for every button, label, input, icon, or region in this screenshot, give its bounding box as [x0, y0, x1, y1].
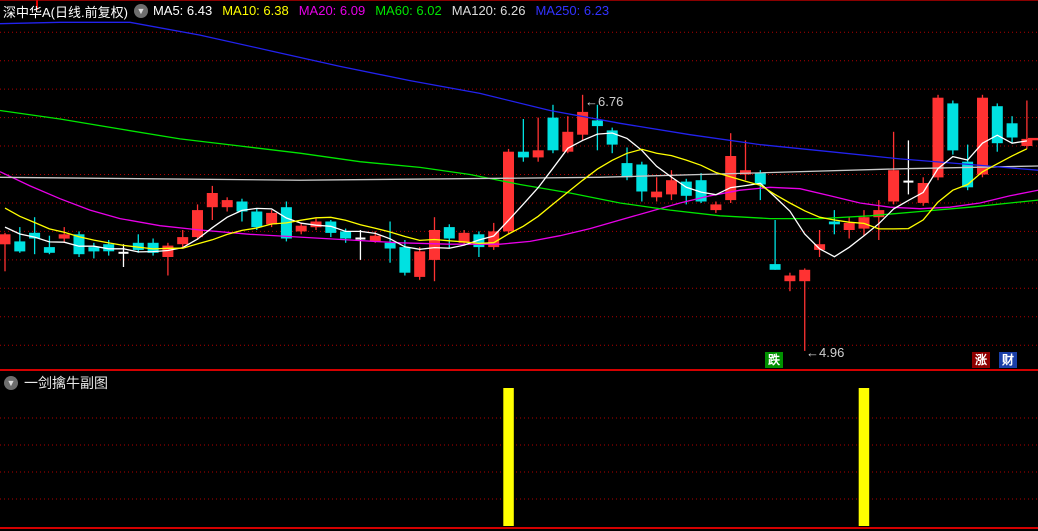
candle-body — [0, 234, 11, 245]
price-annotation: ←4.96 — [806, 345, 844, 360]
ma-label: MA60: 6.02 — [375, 3, 442, 18]
candle-body — [651, 191, 663, 198]
candle-body — [843, 222, 855, 230]
candle-body — [799, 269, 811, 282]
ma-line-ma60 — [0, 109, 1038, 220]
candle-body — [88, 247, 100, 252]
candle-body — [873, 210, 885, 218]
candle-body — [710, 204, 722, 211]
candle-body — [591, 120, 603, 127]
ma-line-ma120 — [0, 165, 1038, 181]
ma-label: MA20: 6.09 — [298, 3, 366, 18]
candle-body — [784, 275, 796, 282]
candle-body — [295, 225, 307, 232]
candle-body — [340, 231, 352, 239]
candle-body — [977, 97, 988, 175]
price-annotation: ←6.76 — [585, 94, 623, 109]
candle-body — [399, 247, 411, 273]
badge-die[interactable]: 跌 — [765, 352, 783, 368]
chevron-down-icon[interactable]: ▼ — [133, 4, 148, 18]
ma-line-ma10 — [4, 148, 1028, 250]
candle-body — [414, 251, 426, 277]
candle-body — [177, 237, 189, 245]
candle-body — [947, 103, 959, 151]
indicator-subchart[interactable] — [0, 371, 1038, 527]
candle-body — [636, 164, 648, 192]
main-candlestick-chart[interactable]: ←6.76 ←4.96 — [0, 18, 1038, 368]
candle-body — [251, 211, 263, 228]
candle-body — [443, 227, 455, 239]
candle-body — [517, 151, 529, 158]
candle-body — [369, 235, 381, 242]
candle-body — [43, 247, 55, 253]
ma-label: MA5: 6.43 — [152, 3, 213, 18]
candle-body — [206, 193, 218, 208]
candle-body — [621, 163, 633, 178]
ma-label: MA120: 6.26 — [451, 3, 526, 18]
top-border-line — [0, 0, 1038, 1]
ma-label: MA10: 6.38 — [222, 3, 289, 18]
stock-chart-window: 深中华A(日线.前复权) ▼ MA5: 6.43 MA10: 6.38 MA20: … — [0, 0, 1038, 531]
candle-body — [666, 180, 677, 195]
ma-label: MA250: 6.23 — [535, 3, 610, 18]
ma-line-ma5 — [4, 132, 1027, 258]
candle-body — [1006, 123, 1018, 138]
signal-bar — [503, 388, 514, 526]
main-chart-header: 深中华A(日线.前复权) ▼ MA5: 6.43 MA10: 6.38 MA20: … — [3, 3, 619, 20]
candle-body — [266, 212, 278, 225]
candle-body — [547, 117, 559, 151]
bottom-border-line — [0, 527, 1038, 529]
candle-body — [962, 161, 974, 188]
candle-body — [769, 264, 781, 270]
candle-body — [58, 234, 70, 239]
badge-cai[interactable]: 财 — [999, 352, 1017, 368]
signal-bar — [858, 388, 870, 526]
badge-zhang[interactable]: 涨 — [972, 352, 990, 368]
candle-body — [828, 221, 840, 225]
candle-body — [384, 242, 396, 249]
candle-body — [532, 150, 544, 158]
candle-body — [221, 200, 233, 208]
ma-line-ma250 — [0, 21, 1038, 171]
candle-body — [429, 230, 440, 260]
candle-body — [14, 241, 26, 252]
last-price-tick — [1028, 137, 1038, 141]
candle-body — [192, 210, 203, 238]
candle-body — [888, 170, 900, 202]
